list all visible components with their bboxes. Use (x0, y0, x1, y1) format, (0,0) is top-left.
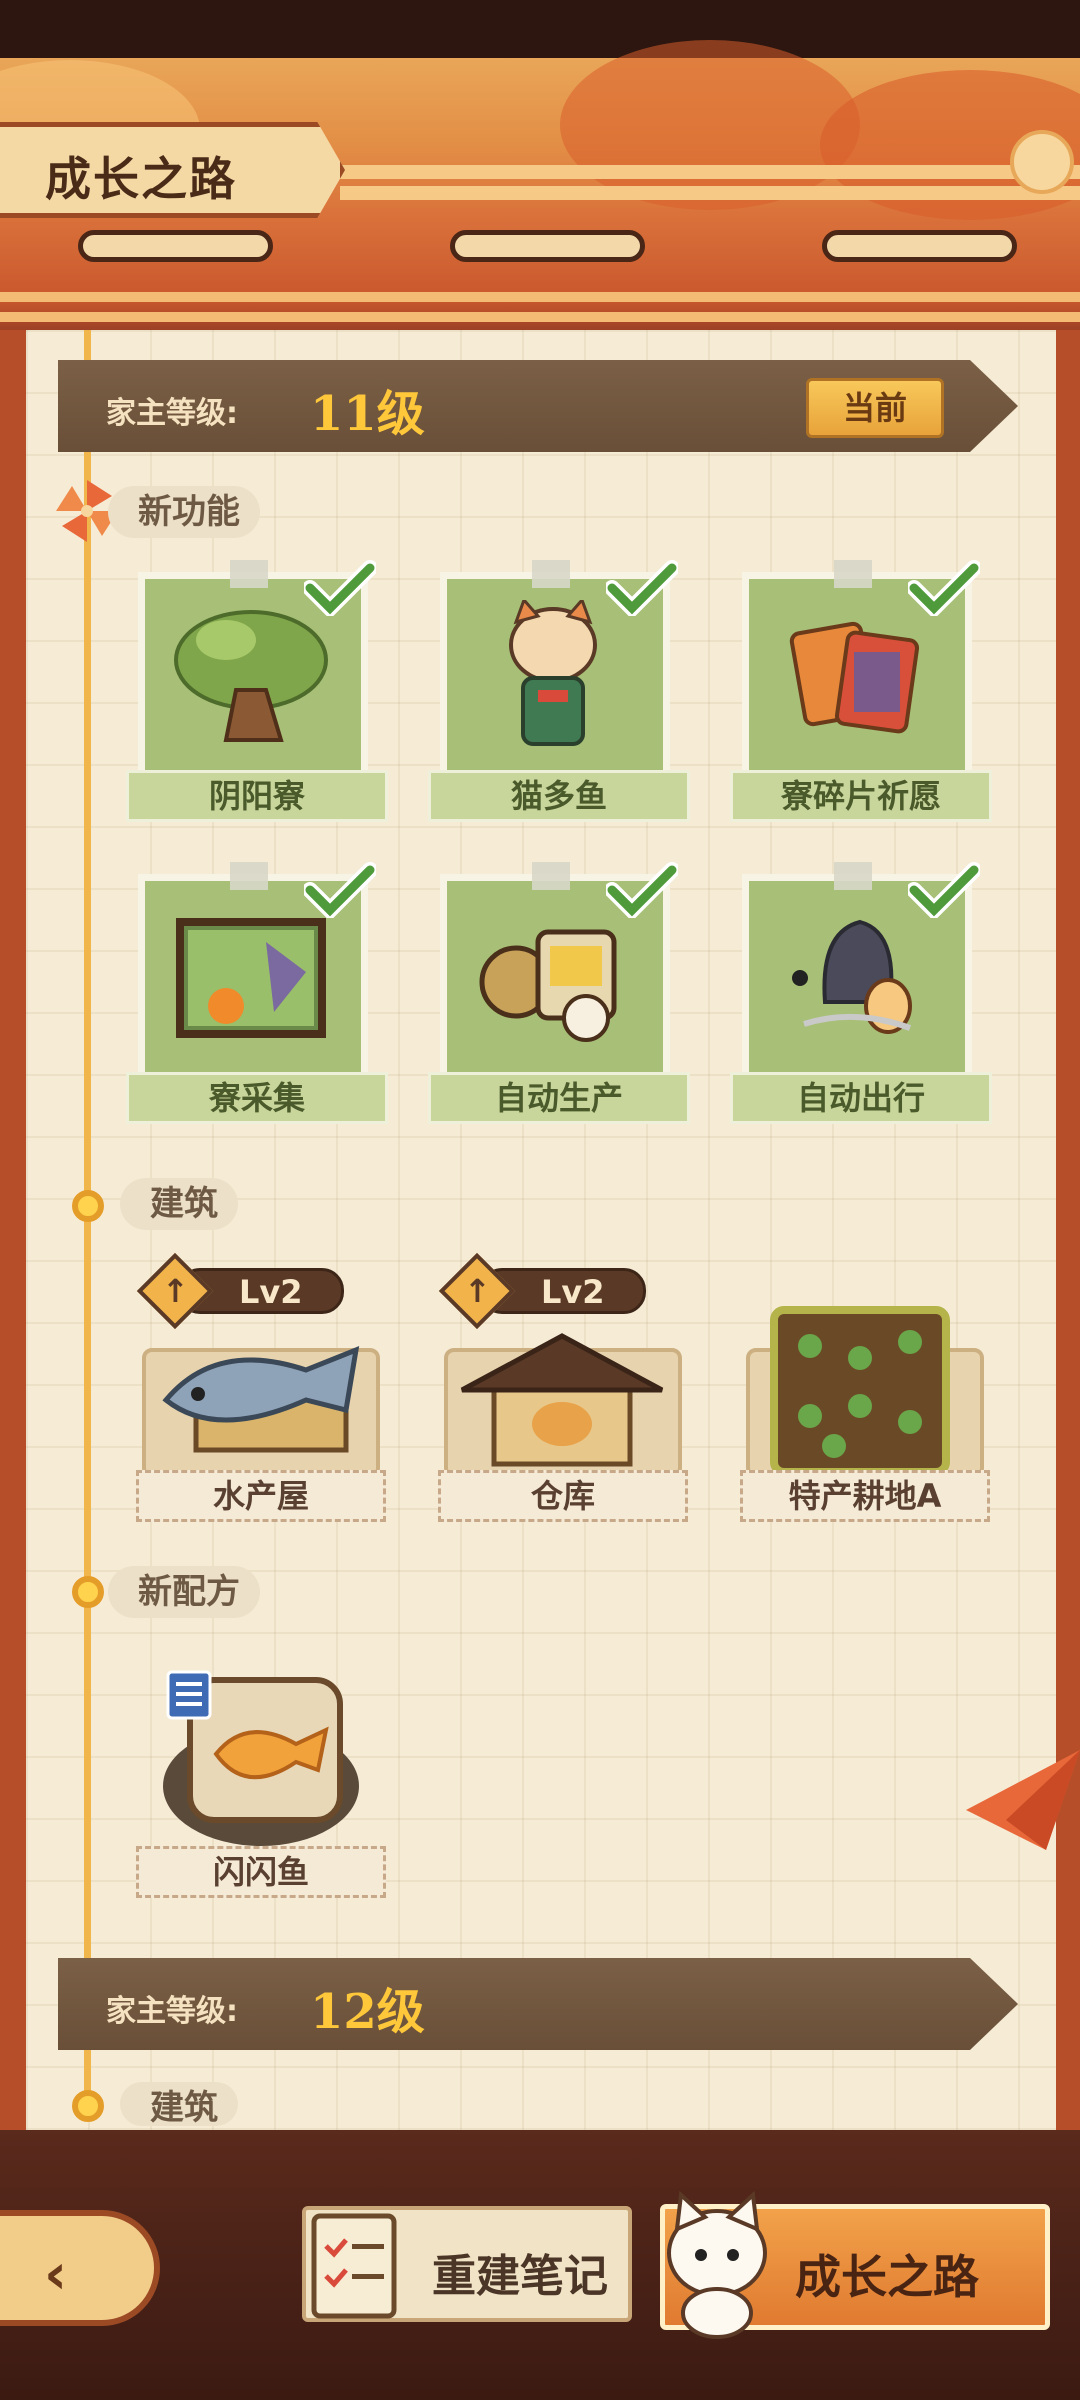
tape-decoration (532, 862, 570, 890)
check-icon (606, 560, 678, 616)
feature-name: 寮碎片祈愿 (730, 770, 992, 822)
level-label: 家主等级: (106, 1994, 238, 2029)
building-fish-house[interactable]: Lv2 ↑ 水产屋 (136, 1252, 386, 1530)
timeline-dot (72, 2090, 104, 2122)
section-recipes: 新配方 (108, 1566, 260, 1618)
recipe-name: 闪闪鱼 (136, 1846, 386, 1898)
feature-name: 猫多鱼 (428, 770, 690, 822)
tab-growth-path[interactable]: 成长之路 (660, 2190, 1050, 2339)
building-name: 仓库 (438, 1470, 688, 1522)
building-name: 特产耕地A (740, 1470, 990, 1522)
tab-rebuild-notes[interactable]: 重建笔记 (302, 2206, 632, 2322)
tab-label: 重建笔记 (432, 2251, 608, 2302)
check-icon (304, 862, 376, 918)
feature-name: 自动出行 (730, 1072, 992, 1124)
cloud-decoration (560, 40, 860, 210)
check-icon (908, 560, 980, 616)
timeline-dot (72, 1576, 104, 1608)
gathering-painting-icon (176, 918, 326, 1038)
tape-decoration (532, 560, 570, 588)
section-next-buildings: 建筑 (120, 2082, 238, 2126)
feature-name: 阴阳寮 (126, 770, 388, 822)
building-warehouse[interactable]: Lv2 ↑ 仓库 (438, 1252, 688, 1530)
recipe-golden-fish[interactable]: 闪闪鱼 (136, 1666, 386, 1936)
tree-icon (174, 610, 328, 742)
stripe-decoration (340, 165, 1080, 179)
stripe-decoration (0, 292, 1080, 302)
check-icon (606, 862, 678, 918)
section-buildings: 建筑 (120, 1178, 238, 1230)
travel-stone-icon (792, 919, 912, 1034)
stripe-decoration (0, 312, 1080, 322)
tape-decoration (230, 560, 268, 588)
fish-house-icon (162, 1346, 360, 1453)
cat-mascot-icon (667, 2190, 767, 2339)
level-bar-12: 家主等级: 12级 (58, 1958, 1018, 2050)
section-features: 新功能 (108, 486, 260, 538)
tab-pill-2[interactable] (450, 230, 645, 262)
level-text: Lv2 (239, 1273, 303, 1311)
tab-pill-1[interactable] (78, 230, 273, 262)
production-machine-icon (479, 929, 617, 1042)
lucky-cat-icon (509, 600, 597, 746)
level-label: 家主等级: (106, 396, 238, 431)
feature-card-cat[interactable]: 猫多鱼 (428, 560, 690, 830)
building-farmland[interactable]: 特产耕地A (740, 1260, 990, 1530)
tape-decoration (834, 560, 872, 588)
feature-card-travel[interactable]: 自动出行 (730, 862, 992, 1132)
level-value: 11级 (310, 386, 425, 442)
back-button[interactable]: ‹ (0, 2210, 160, 2326)
level-tag: Lv2 ↑ (136, 1252, 344, 1330)
tab-label: 成长之路 (795, 2250, 979, 2304)
feature-card-production[interactable]: 自动生产 (428, 862, 690, 1132)
level-tag: Lv2 ↑ (438, 1252, 646, 1330)
feature-name: 自动生产 (428, 1072, 690, 1124)
level-text: Lv2 (541, 1273, 605, 1311)
notebook-icon (311, 2213, 397, 2319)
back-chevron-icon: ‹ (44, 2242, 68, 2307)
check-icon (304, 560, 376, 616)
farmland-icon (770, 1306, 950, 1476)
tab-pill-3[interactable] (822, 230, 1017, 262)
feature-card-wish[interactable]: 寮碎片祈愿 (730, 560, 992, 830)
tape-decoration (230, 862, 268, 890)
warehouse-icon (460, 1333, 664, 1467)
feature-card-yinyang[interactable]: 阴阳寮 (126, 560, 388, 830)
check-icon (908, 862, 980, 918)
timeline-dot (72, 1190, 104, 1222)
building-name: 水产屋 (136, 1470, 386, 1522)
up-arrow-icon: ↑ (162, 1272, 189, 1310)
tape-decoration (834, 862, 872, 890)
current-level-badge: 当前 (806, 378, 944, 438)
paper-plane-icon (966, 1750, 1080, 1850)
up-arrow-icon: ↑ (464, 1272, 491, 1310)
level-value: 12级 (310, 1984, 425, 2040)
page-title-text: 成长之路 (45, 152, 237, 206)
page-title: 成长之路 (0, 122, 345, 218)
golden-fish-icon (163, 1670, 359, 1846)
feature-card-gather[interactable]: 寮采集 (126, 862, 388, 1132)
feature-name: 寮采集 (126, 1072, 388, 1124)
stripe-decoration (340, 186, 1080, 200)
flower-icon (1010, 130, 1074, 194)
cards-icon (789, 621, 920, 734)
